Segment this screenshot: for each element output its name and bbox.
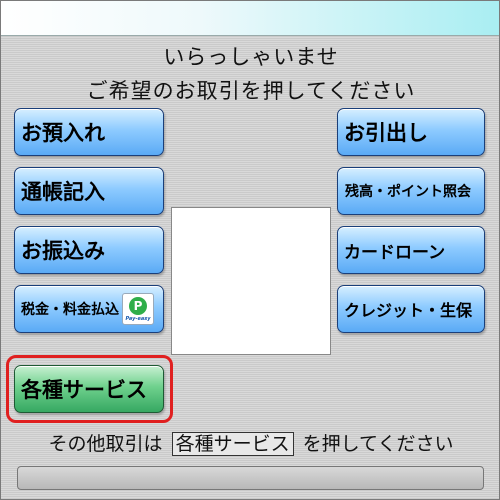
center-display-area	[171, 207, 331, 355]
top-bar	[1, 1, 499, 36]
instruction-text: ご希望のお取引を押してください	[86, 79, 416, 103]
bottom-status-bar	[17, 466, 484, 490]
atm-screen: いらっしゃいませ ご希望のお取引を押してください お預入れ 通帳記入 お振込み …	[0, 0, 500, 500]
deposit-button-label: お預入れ	[21, 121, 105, 145]
passbook-update-button[interactable]: 通帳記入	[14, 167, 164, 215]
payeasy-logo-text: Pay-easy	[125, 316, 151, 322]
passbook-update-button-label: 通帳記入	[21, 180, 105, 204]
deposit-button[interactable]: お預入れ	[14, 108, 164, 156]
balance-inquiry-button-label: 残高・ポイント照会	[345, 184, 471, 200]
card-loan-button[interactable]: カードローン	[337, 226, 485, 274]
tax-payment-button[interactable]: 税金・料金払込 P Pay-easy	[14, 285, 164, 333]
payeasy-logo-letter: P	[129, 297, 147, 315]
various-services-button[interactable]: 各種サービス	[14, 365, 164, 413]
withdrawal-button[interactable]: お引出し	[337, 108, 485, 156]
footer-services-reference: 各種サービス	[171, 432, 294, 456]
credit-insurance-button[interactable]: クレジット・生保	[337, 285, 485, 333]
payeasy-logo-icon: P Pay-easy	[122, 293, 154, 325]
credit-insurance-button-label: クレジット・生保	[344, 301, 473, 320]
transfer-button-label: お振込み	[21, 239, 105, 263]
footer-suffix: を押してください	[302, 433, 454, 455]
transfer-button[interactable]: お振込み	[14, 226, 164, 274]
card-loan-button-label: カードローン	[344, 242, 446, 263]
balance-inquiry-button[interactable]: 残高・ポイント照会	[337, 167, 485, 215]
tax-payment-button-label: 税金・料金払込	[21, 302, 119, 318]
footer-prefix: その他取引は	[48, 433, 163, 455]
withdrawal-button-label: お引出し	[344, 121, 428, 145]
footer-instruction: その他取引は 各種サービス を押してください	[1, 429, 499, 456]
various-services-button-label: 各種サービス	[21, 378, 147, 402]
greeting-title: いらっしゃいませ	[163, 45, 339, 69]
